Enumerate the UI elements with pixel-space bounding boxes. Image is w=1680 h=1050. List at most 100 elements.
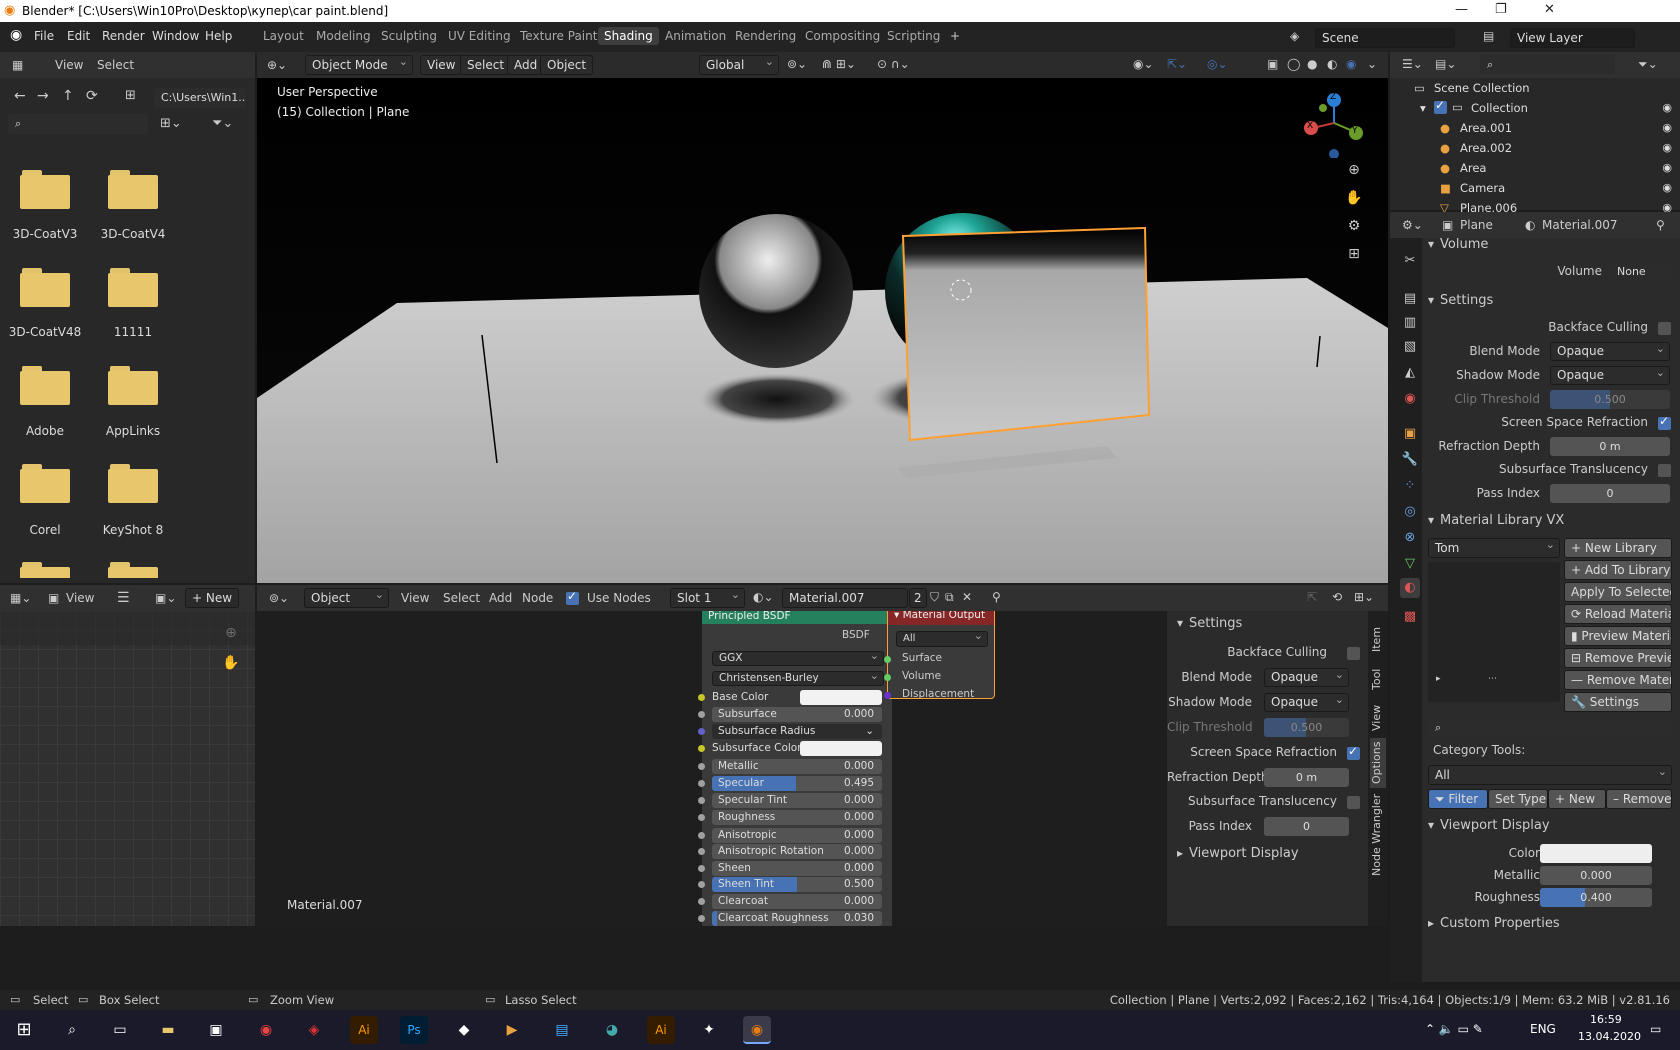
use-nodes-checkbox[interactable] (566, 589, 579, 605)
custom-properties-title[interactable]: Custom Properties (1440, 916, 1560, 931)
vp-menu-select[interactable]: Select (460, 55, 512, 75)
new-library-button[interactable]: + New Library (1564, 538, 1672, 558)
matlib-remove-button[interactable]: – Remove (1606, 789, 1672, 809)
tab-item[interactable]: Item (1370, 620, 1386, 658)
image-editor-canvas[interactable]: ⊕ ✋ (0, 611, 255, 926)
folder-icon[interactable] (108, 464, 158, 504)
fb-search-input[interactable]: ⌕ (8, 114, 148, 134)
bsdf-input-row[interactable]: Sheen Tint 0.500 (712, 877, 882, 892)
input-socket-icon[interactable] (698, 711, 705, 718)
pivot-icon[interactable]: ⊚⌄ (787, 57, 807, 71)
tab-shading[interactable]: Shading (598, 27, 659, 45)
input-socket-icon[interactable] (698, 797, 705, 804)
folder-name[interactable]: Corel (0, 523, 90, 537)
store-icon[interactable]: ▣ (202, 1016, 230, 1044)
pan-hand-icon[interactable]: ✋ (1342, 186, 1366, 210)
outliner-item[interactable]: Area.002 (1460, 141, 1512, 155)
bsdf-input-row[interactable]: Clearcoat 0.000 (712, 894, 882, 909)
volume-value[interactable]: None (1610, 262, 1672, 281)
node-header[interactable]: Principled BSDF (702, 611, 892, 624)
bsdf-input-row[interactable]: Subsurface Radius ⌄ (712, 724, 882, 739)
app-icon[interactable]: ◈ (300, 1016, 328, 1044)
snap-icon[interactable]: ⟲ (1332, 590, 1342, 604)
ns-ssr-checkbox[interactable] (1347, 744, 1360, 760)
tab-tool[interactable]: Tool (1370, 662, 1386, 696)
tab-compositing[interactable]: Compositing (805, 29, 880, 43)
ie-menu-view[interactable]: View (66, 591, 94, 605)
expand-icon[interactable]: ▸ (1428, 916, 1434, 930)
tray-icons[interactable]: ⌃ 🔈 ▭ ✎ (1425, 1022, 1483, 1036)
illustrator-icon[interactable]: Ai (350, 1016, 378, 1044)
remove-preview-button[interactable]: ⊟ Remove Preview (1564, 648, 1672, 668)
folder-name[interactable]: 3D-CoatV48 (0, 325, 90, 339)
input-socket-icon[interactable] (698, 865, 705, 872)
eye-icon[interactable]: ◉ (1662, 161, 1672, 174)
solid-shading-icon[interactable]: ● (1307, 57, 1317, 71)
slot-dropdown[interactable]: Slot 1 (670, 588, 745, 608)
pin-icon[interactable]: ⚲ (992, 590, 1001, 604)
shading-options-icon[interactable]: ⌄ (1367, 57, 1377, 71)
media-icon[interactable]: ▶ (498, 1016, 526, 1044)
collapse-icon[interactable]: ▾ (1428, 818, 1434, 832)
duplicate-icon[interactable]: ⧉ (945, 590, 954, 605)
ns-refraction-field[interactable]: 0 m (1264, 768, 1349, 787)
ssr-checkbox[interactable] (1658, 414, 1671, 430)
roughness-field[interactable]: 0.400 (1540, 888, 1652, 907)
outliner-item[interactable]: Camera (1460, 181, 1505, 195)
menu-edit[interactable]: Edit (67, 29, 90, 43)
parent-dir-icon[interactable]: ↑ (62, 88, 74, 104)
outliner-item[interactable]: Area (1460, 161, 1486, 175)
navigation-gizmo[interactable]: Z Y X (1299, 88, 1383, 159)
display-mode-icon[interactable]: ▤⌄ (1435, 57, 1456, 71)
node-settings-title[interactable]: Settings (1189, 616, 1242, 631)
physics-tab-icon[interactable]: ◎ (1400, 502, 1420, 522)
pass-index-field[interactable]: 0 (1550, 484, 1670, 503)
editor-type-icon[interactable]: ▦ (12, 58, 23, 72)
tab-options[interactable]: Options (1370, 738, 1386, 788)
parent-node-tree-icon[interactable]: ⇱ (1307, 590, 1317, 604)
principled-bsdf-node[interactable]: Principled BSDF BSDF GGX Christensen-Bur… (698, 611, 895, 926)
folder-icon[interactable] (20, 268, 70, 308)
folder-name[interactable]: 3D-CoatV3 (0, 227, 90, 241)
matlib-settings-button[interactable]: 🔧 Settings (1564, 692, 1672, 712)
metallic-field[interactable]: 0.000 (1540, 866, 1652, 885)
pin-icon[interactable]: ⚲ (1656, 218, 1665, 232)
refraction-depth-field[interactable]: 0 m (1550, 437, 1670, 456)
input-socket-icon[interactable] (698, 915, 705, 922)
app-icon[interactable]: ✦ (695, 1016, 723, 1044)
eye-icon[interactable]: ◉ (1662, 181, 1672, 194)
scene-tab-icon[interactable]: ◭ (1400, 363, 1420, 383)
folder-icon[interactable] (20, 366, 70, 406)
input-socket-icon[interactable] (698, 881, 705, 888)
image-view-mode-icon[interactable]: ▣ (48, 591, 59, 605)
particles-tab-icon[interactable]: ⁘ (1400, 476, 1420, 496)
texture-tab-icon[interactable]: ▩ (1400, 607, 1420, 627)
bsdf-input-row[interactable]: Clearcoat Roughness 0.030 (712, 911, 882, 926)
shader-type-dropdown[interactable]: Object (304, 588, 389, 608)
photoshop-icon[interactable]: Ps (400, 1016, 428, 1044)
input-socket-icon[interactable] (884, 674, 891, 681)
input-socket-icon[interactable] (698, 848, 705, 855)
folder-name[interactable]: Adobe (0, 424, 90, 438)
input-socket-icon[interactable] (698, 814, 705, 821)
bsdf-input-row[interactable]: Subsurface Color (712, 741, 882, 756)
material-name-field[interactable]: Material.007 (782, 588, 908, 608)
tab-scripting[interactable]: Scripting (887, 29, 940, 43)
tab-sculpting[interactable]: Sculpting (381, 29, 437, 43)
folder-icon[interactable] (108, 562, 158, 578)
app-icon[interactable]: ◆ (450, 1016, 478, 1044)
library-dropdown[interactable]: Tom (1428, 538, 1560, 558)
folder-icon[interactable] (108, 170, 158, 210)
bsdf-input-row[interactable]: Anisotropic Rotation 0.000 (712, 844, 882, 859)
ns-shadow-dropdown[interactable]: Opaque (1264, 693, 1349, 712)
new-folder-icon[interactable]: ⊞ (125, 88, 136, 103)
scene-selector[interactable]: Scene (1315, 28, 1455, 48)
object-tab-icon[interactable]: ▣ (1400, 424, 1420, 444)
camera-view-icon[interactable]: ⚙ (1342, 214, 1366, 238)
blender-taskbar-icon[interactable]: ◉ (743, 1016, 771, 1044)
view-layer-icon[interactable]: ▤ (1483, 29, 1494, 43)
bsdf-input-row[interactable]: Base Color (712, 690, 882, 705)
collapse-icon[interactable]: ▾ (1428, 513, 1434, 527)
ns-viewport-display-title[interactable]: Viewport Display (1189, 846, 1299, 861)
constraints-tab-icon[interactable]: ⊗ (1400, 528, 1420, 548)
